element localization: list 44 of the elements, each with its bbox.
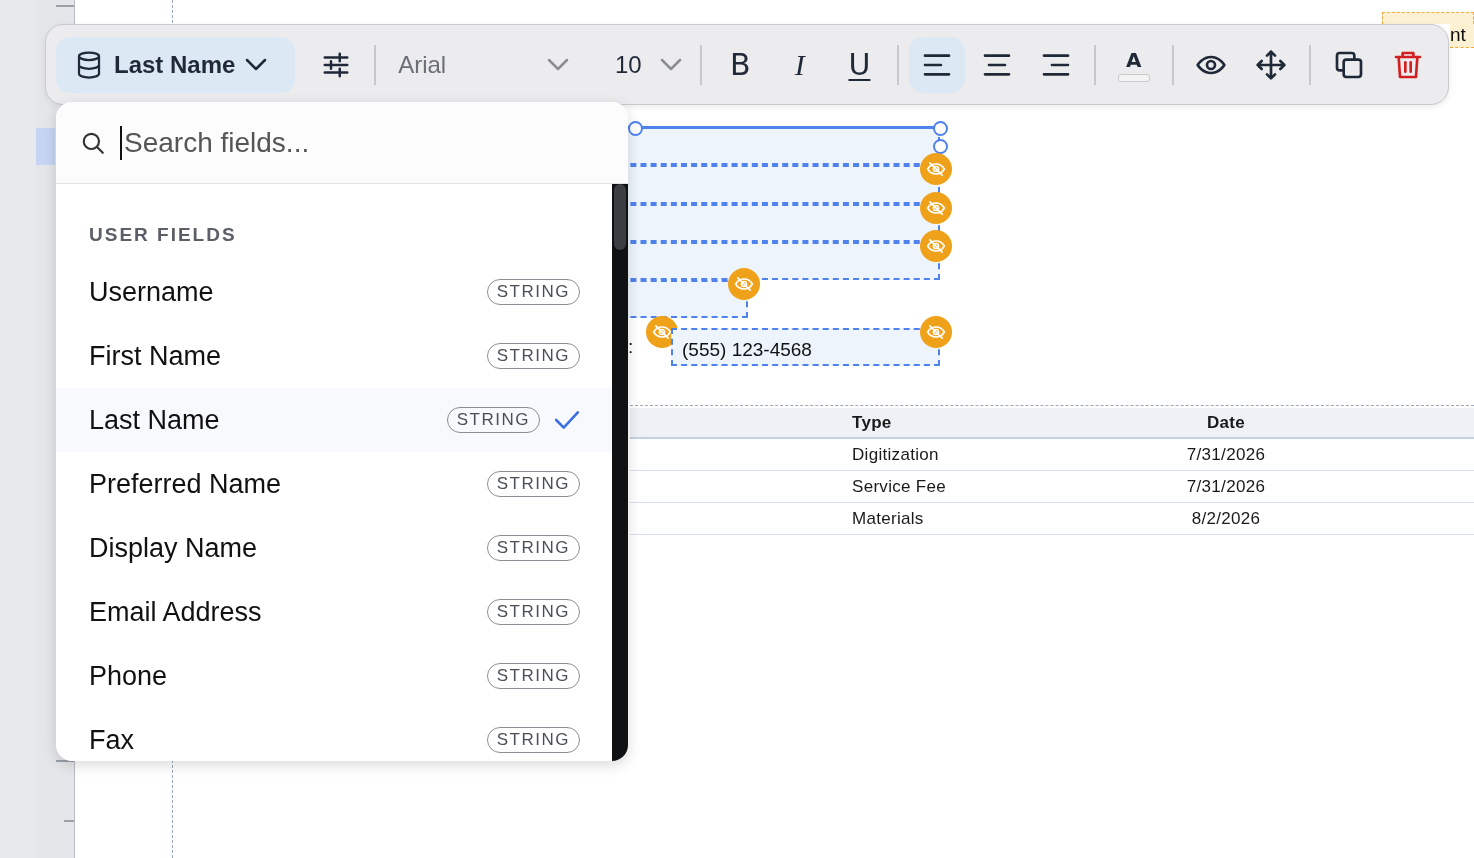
chevron-down-icon	[660, 57, 683, 72]
eye-off-icon	[926, 236, 946, 256]
resize-handle[interactable]	[933, 121, 948, 136]
font-select[interactable]: Arial	[384, 39, 579, 90]
search-field[interactable]: Search fields...	[120, 125, 586, 160]
ruler-highlight	[36, 128, 55, 165]
field-option[interactable]: Email Address STRING	[56, 580, 612, 644]
field-select[interactable]: Last Name	[56, 36, 295, 93]
eye-off-icon	[652, 322, 672, 342]
section-heading: USER FIELDS	[89, 224, 238, 246]
table-cell-text: 7/31/2026	[1185, 444, 1267, 465]
field-option[interactable]: Fax STRING	[56, 708, 612, 761]
table-cell-text: 7/31/2026	[1185, 476, 1267, 497]
eye-off-icon	[926, 198, 946, 218]
eye-off-icon	[926, 159, 946, 179]
move-arrows-icon	[1255, 48, 1288, 81]
field-option[interactable]: Last Name STRING	[56, 388, 612, 452]
text-color-button[interactable]: A	[1106, 36, 1162, 93]
scrollbar[interactable]	[612, 184, 628, 761]
field-option[interactable]: Username STRING	[56, 260, 612, 324]
field-option[interactable]: Preferred Name STRING	[56, 452, 612, 516]
align-left-button[interactable]	[909, 36, 965, 93]
chevron-down-icon	[546, 57, 569, 72]
column-header: Type	[852, 412, 893, 433]
field-option[interactable]: Display Name STRING	[56, 516, 612, 580]
table-cell-text: Materials	[852, 508, 925, 529]
underline-button[interactable]: U	[831, 36, 888, 93]
field-option[interactable]: Phone STRING	[56, 644, 612, 708]
checkmark-icon	[554, 409, 580, 431]
bold-button[interactable]: B	[712, 36, 769, 93]
field-option[interactable]: First Name STRING	[56, 324, 612, 388]
color-swatch	[1117, 73, 1150, 82]
column-header: Date	[1205, 412, 1247, 433]
table-cell-text: Service Fee	[852, 476, 947, 497]
italic-button[interactable]: I	[772, 36, 828, 93]
form-field[interactable]: nt	[1450, 24, 1474, 48]
eye-off-icon	[734, 274, 754, 294]
table-cell-text: 8/2/2026	[1190, 508, 1262, 529]
eye-off-icon	[926, 322, 946, 342]
chevron-down-icon	[245, 57, 268, 72]
resize-handle[interactable]	[933, 139, 948, 154]
table-cell-text: Digitization	[852, 444, 940, 465]
form-field[interactable]: (555) 123-4568	[671, 328, 940, 366]
font-size-select[interactable]: 10	[592, 39, 693, 90]
